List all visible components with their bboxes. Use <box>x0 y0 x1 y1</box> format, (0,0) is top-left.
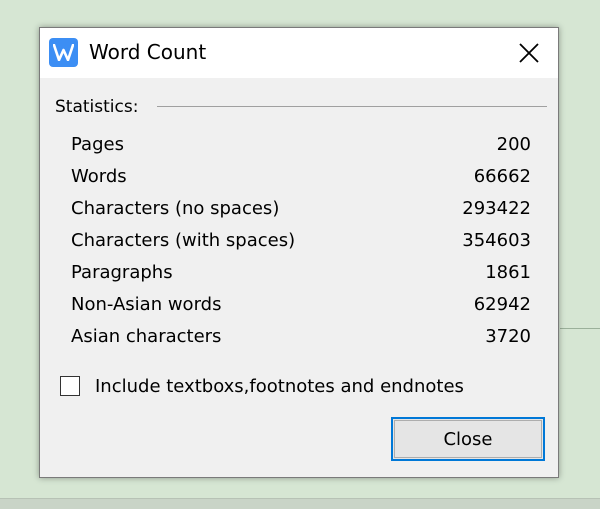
stat-value: 200 <box>496 134 531 155</box>
stat-row-pages: Pages 200 <box>71 133 531 157</box>
stat-value: 3720 <box>485 326 531 347</box>
stat-row-characters-no-spaces: Characters (no spaces) 293422 <box>71 197 531 221</box>
stat-label: Characters (with spaces) <box>71 230 296 251</box>
stat-value: 1861 <box>485 262 531 283</box>
close-window-button[interactable] <box>509 33 549 73</box>
stat-label: Words <box>71 166 127 187</box>
stat-row-characters-with-spaces: Characters (with spaces) 354603 <box>71 229 531 253</box>
statistics-heading: Statistics: <box>55 97 139 117</box>
stat-row-asian-characters: Asian characters 3720 <box>71 325 531 349</box>
stat-value: 62942 <box>473 294 531 315</box>
window-title: Word Count <box>89 40 207 64</box>
stat-label: Pages <box>71 134 124 155</box>
stat-label: Non-Asian words <box>71 294 222 315</box>
stat-value: 293422 <box>462 198 531 219</box>
statistics-divider <box>157 106 547 107</box>
stat-value: 66662 <box>473 166 531 187</box>
stat-label: Characters (no spaces) <box>71 198 280 219</box>
stat-label: Paragraphs <box>71 262 173 283</box>
close-icon <box>519 43 539 63</box>
include-textboxes-checkbox[interactable] <box>60 376 80 396</box>
close-button[interactable]: Close <box>391 417 545 461</box>
stat-row-paragraphs: Paragraphs 1861 <box>71 261 531 285</box>
stat-label: Asian characters <box>71 326 222 347</box>
title-bar[interactable]: Word Count <box>40 28 558 78</box>
word-count-dialog: Word Count Statistics: Pages 200 Words 6… <box>39 27 559 478</box>
background-divider <box>560 328 600 329</box>
stat-value: 354603 <box>462 230 531 251</box>
stat-row-non-asian-words: Non-Asian words 62942 <box>71 293 531 317</box>
background-bottom-bar <box>0 498 600 509</box>
include-textboxes-label[interactable]: Include textboxs,footnotes and endnotes <box>95 375 464 399</box>
wps-writer-icon <box>49 38 78 67</box>
stat-row-words: Words 66662 <box>71 165 531 189</box>
